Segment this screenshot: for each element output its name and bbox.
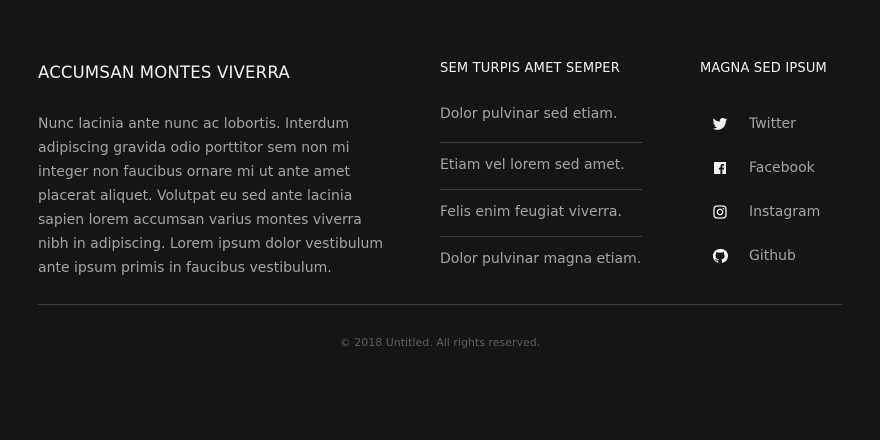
social-section: MAGNA SED IPSUM Twitter Facebook Instagr…	[700, 60, 850, 278]
instagram-icon	[712, 204, 728, 220]
footer-link[interactable]: Dolor pulvinar magna etiam.	[440, 236, 642, 283]
social-heading: MAGNA SED IPSUM	[700, 61, 827, 76]
footer-link[interactable]: Dolor pulvinar sed etiam.	[440, 96, 642, 132]
social-link-github[interactable]: Github	[700, 234, 850, 278]
social-label: Facebook	[749, 160, 815, 176]
social-link-twitter[interactable]: Twitter	[700, 102, 850, 146]
github-icon	[712, 248, 728, 264]
about-heading: ACCUMSAN MONTES VIVERRA	[38, 63, 290, 82]
twitter-icon	[712, 116, 728, 132]
about-section: ACCUMSAN MONTES VIVERRA Nunc lacinia ant…	[38, 62, 388, 280]
about-text: Nunc lacinia ante nunc ac lobortis. Inte…	[38, 116, 384, 276]
links-heading: SEM TURPIS AMET SEMPER	[440, 61, 620, 76]
social-label: Instagram	[749, 204, 821, 220]
social-label: Twitter	[749, 116, 796, 132]
social-label: Github	[749, 248, 796, 264]
footer-link[interactable]: Etiam vel lorem sed amet.	[440, 142, 642, 189]
facebook-icon	[712, 160, 728, 176]
social-link-facebook[interactable]: Facebook	[700, 146, 850, 190]
social-list: Twitter Facebook Instagram Github	[700, 102, 850, 278]
link-list: Dolor pulvinar sed etiam. Etiam vel lore…	[440, 96, 642, 283]
copyright-text: © 2018 Untitled. All rights reserved.	[339, 336, 541, 349]
footer-link[interactable]: Felis enim feugiat viverra.	[440, 189, 642, 236]
links-section: SEM TURPIS AMET SEMPER Dolor pulvinar se…	[440, 60, 642, 283]
social-link-instagram[interactable]: Instagram	[700, 190, 850, 234]
footer-divider	[38, 304, 842, 305]
